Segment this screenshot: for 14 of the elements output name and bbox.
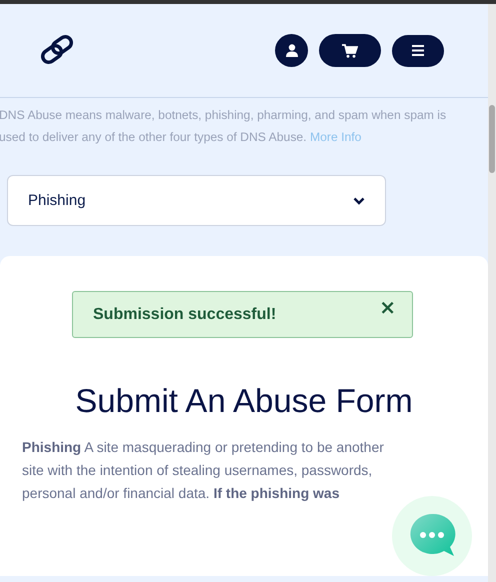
menu-button[interactable] bbox=[392, 34, 444, 66]
abuse-type-dropdown[interactable]: Phishing bbox=[7, 175, 386, 226]
cart-icon bbox=[342, 44, 358, 58]
form-description: Phishing A site masquerading or pretending to be another site with the intention of stealing usernames, passwords, personal and/or financial data. If the phishing was bbox=[22, 438, 384, 503]
form-title: Submit An Abuse Form bbox=[74, 382, 414, 420]
cart-button[interactable] bbox=[319, 34, 381, 67]
chain-link-logo[interactable] bbox=[40, 34, 74, 66]
user-icon bbox=[286, 44, 298, 57]
close-button[interactable]: × bbox=[379, 297, 396, 317]
chevron-down-icon bbox=[353, 196, 365, 204]
account-button[interactable] bbox=[275, 34, 308, 67]
alert-message: Submission successful! bbox=[93, 306, 276, 325]
intro-text: DNS Abuse means malware, botnets, phishing, pharming, and spam when spam is used to deliver any of the other four types of DNS Abuse. More Info bbox=[0, 107, 448, 146]
menu-icon bbox=[412, 45, 424, 56]
